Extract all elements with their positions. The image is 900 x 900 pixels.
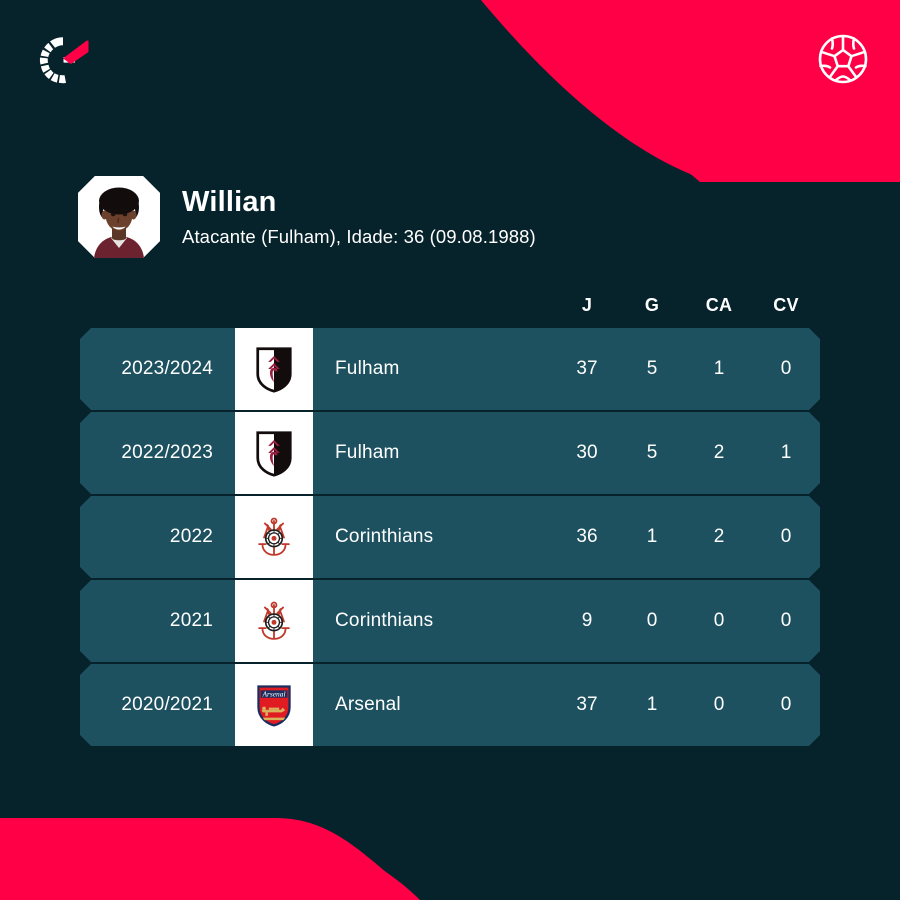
table-row[interactable]: 2023/2024 Fulham 37 5 1 0 (80, 328, 820, 410)
cell-matches: 9 (581, 610, 593, 631)
cell-yellowcards: 1 (713, 358, 725, 379)
cell-matches: 36 (576, 526, 598, 547)
cell-matches: 30 (576, 442, 598, 463)
club-crest-corinthians-icon (235, 580, 313, 662)
cell-redcards: 1 (780, 442, 792, 463)
player-meta: Atacante (Fulham), Idade: 36 (09.08.1988… (182, 225, 536, 247)
cell-team: Arsenal (335, 694, 401, 715)
cell-redcards: 0 (780, 694, 792, 715)
cell-goals: 5 (646, 442, 658, 463)
cell-team: Corinthians (335, 610, 434, 631)
cell-matches: 37 (576, 358, 598, 379)
cell-team: Fulham (335, 442, 400, 463)
cell-yellowcards: 2 (713, 526, 725, 547)
club-crest-arsenal-icon: Arsenal (235, 664, 313, 746)
cell-goals: 1 (646, 526, 658, 547)
column-header-redcards: CV (773, 294, 799, 315)
table-row[interactable]: 2020/2021 Arsenal Arsenal 37 1 0 0 (80, 664, 820, 746)
cell-team: Corinthians (335, 526, 434, 547)
brand-logo-icon[interactable] (30, 28, 94, 92)
player-header: Willian Atacante (Fulham), Idade: 36 (09… (78, 176, 536, 258)
club-crest-fulham-icon (235, 328, 313, 410)
cell-goals: 0 (646, 610, 658, 631)
column-header-yellowcards: CA (705, 294, 733, 315)
cell-season: 2020/2021 (121, 694, 213, 715)
table-body: 2023/2024 Fulham 37 5 1 0 2022/2023 Fulh… (80, 328, 820, 746)
page-title: Willian (182, 186, 277, 219)
svg-text:Arsenal: Arsenal (261, 689, 285, 698)
table-row[interactable]: 2021 Corinthians 9 0 0 0 (80, 580, 820, 662)
cell-yellowcards: 2 (713, 442, 725, 463)
column-header-goals: G (644, 294, 660, 315)
club-crest-corinthians-icon (235, 496, 313, 578)
page-root: Willian Atacante (Fulham), Idade: 36 (09… (0, 0, 900, 900)
cell-team: Fulham (335, 358, 400, 379)
cell-goals: 1 (646, 694, 658, 715)
table-row[interactable]: 2022 Corinthians 36 1 2 0 (80, 496, 820, 578)
cell-goals: 5 (646, 358, 658, 379)
cell-season: 2022/2023 (121, 442, 213, 463)
cell-redcards: 0 (780, 610, 792, 631)
cell-season: 2021 (169, 610, 213, 631)
cell-yellowcards: 0 (713, 610, 725, 631)
table-row[interactable]: 2022/2023 Fulham 30 5 2 1 (80, 412, 820, 494)
cell-redcards: 0 (780, 526, 792, 547)
column-header-matches: J (581, 294, 593, 315)
table-header-row: J G CA CV (80, 286, 820, 328)
soccer-ball-icon[interactable] (812, 28, 874, 90)
cell-season: 2022 (169, 526, 213, 547)
cell-yellowcards: 0 (713, 694, 725, 715)
club-crest-fulham-icon (235, 412, 313, 494)
player-identity: Willian Atacante (Fulham), Idade: 36 (09… (182, 186, 536, 248)
player-photo (78, 176, 160, 258)
cell-matches: 37 (576, 694, 598, 715)
cell-season: 2023/2024 (121, 358, 213, 379)
career-stats-table: J G CA CV 2023/2024 Fulham 37 5 1 0 2022… (80, 286, 820, 746)
cell-redcards: 0 (780, 358, 792, 379)
